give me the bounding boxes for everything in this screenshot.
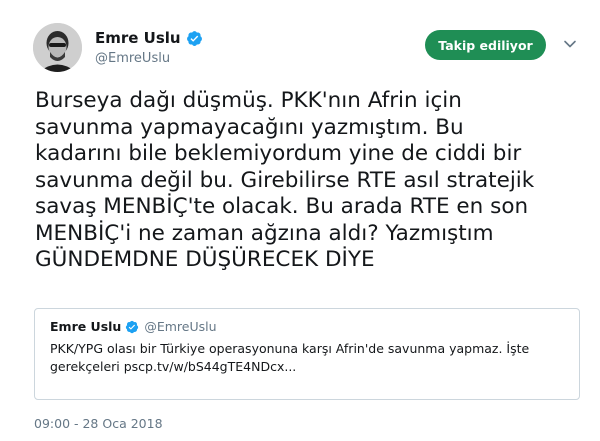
tweet-text: Burseya dağı düşmüş. PKK'nın Afrin için … (35, 88, 535, 272)
quoted-author-handle: @EmreUslu (144, 319, 217, 334)
avatar[interactable] (33, 23, 82, 72)
tweet-timestamp[interactable]: 09:00 - 28 Oca 2018 (34, 416, 163, 431)
quoted-author-name: Emre Uslu (50, 319, 122, 334)
verified-badge-icon (126, 320, 139, 333)
author-display-name[interactable]: Emre Uslu (95, 29, 181, 47)
following-button[interactable]: Takip ediliyor (425, 30, 546, 60)
quoted-tweet-text: PKK/YPG olası bir Türkiye operasyonuna k… (50, 341, 530, 374)
verified-badge-icon (186, 30, 202, 46)
avatar-photo (33, 23, 82, 72)
author-handle[interactable]: @EmreUslu (95, 51, 170, 66)
chevron-down-icon[interactable] (563, 37, 577, 51)
quoted-tweet-header: Emre Uslu @EmreUslu (50, 319, 217, 334)
quoted-tweet[interactable]: Emre Uslu @EmreUslu PKK/YPG olası bir Tü… (34, 308, 580, 400)
author-name-row: Emre Uslu (95, 29, 203, 47)
